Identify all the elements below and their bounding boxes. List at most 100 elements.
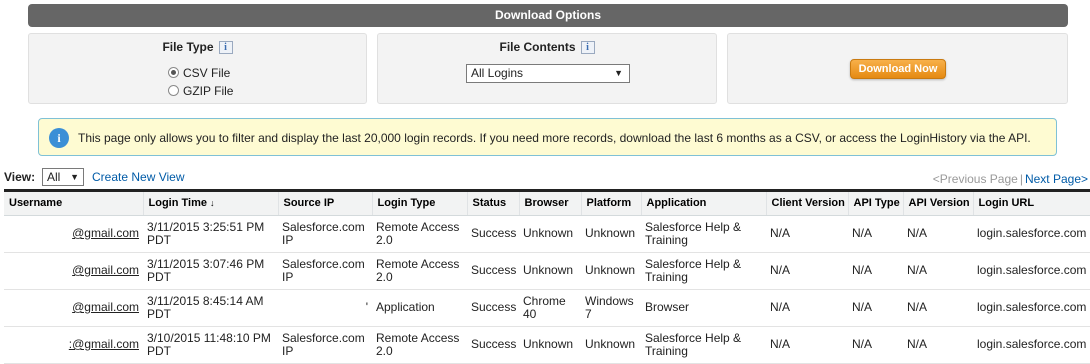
file-contents-select[interactable]: All Logins ▼ xyxy=(466,64,630,83)
api-version-cell: N/A xyxy=(903,215,973,253)
file-type-panel: File Type i CSV File GZIP File xyxy=(28,33,367,104)
file-type-title: File Type i xyxy=(29,40,366,54)
api-version-cell: N/A xyxy=(903,326,973,364)
api-type-cell: N/A xyxy=(848,215,903,253)
login-time-label: Login Time xyxy=(148,197,207,210)
login-type-cell: Remote Access 2.0 xyxy=(372,252,467,290)
login-time-cell: 3/11/2015 3:07:46 PM PDT xyxy=(143,252,278,290)
application-cell: Salesforce Help & Training xyxy=(641,326,766,364)
table-row: :@gmail.com 3/10/2015 11:48:10 PM PDT Sa… xyxy=(4,326,1090,364)
browser-cell: Unknown xyxy=(519,252,581,290)
col-header-api-type[interactable]: API Type xyxy=(847,192,903,216)
client-version-cell: N/A xyxy=(766,215,848,253)
col-header-login-time[interactable]: Login Time ↓ xyxy=(142,192,278,216)
sort-desc-icon: ↓ xyxy=(209,198,215,209)
browser-cell: Unknown xyxy=(519,326,581,364)
api-type-cell: N/A xyxy=(848,252,903,290)
dropdown-arrow-icon: ▼ xyxy=(70,172,79,182)
browser-cell: Unknown xyxy=(519,215,581,253)
file-type-info-icon[interactable]: i xyxy=(218,41,233,54)
col-header-api-version[interactable]: API Version xyxy=(902,192,973,216)
login-url-cell: login.salesforce.com xyxy=(973,326,1090,364)
status-cell: Success xyxy=(467,289,519,327)
client-version-cell: N/A xyxy=(766,289,848,327)
status-cell: Success xyxy=(467,252,519,290)
file-contents-selected: All Logins xyxy=(471,66,524,80)
api-type-cell: N/A xyxy=(848,326,903,364)
view-selected: All xyxy=(47,170,61,184)
info-alert: i This page only allows you to filter an… xyxy=(38,118,1057,156)
platform-cell: Windows 7 xyxy=(581,289,641,327)
gzip-file-label: GZIP File xyxy=(183,84,234,98)
col-header-source-ip[interactable]: Source IP xyxy=(277,192,372,216)
table-header-row: Username Login Time ↓ Source IP Login Typ… xyxy=(4,192,1090,216)
username-cell[interactable]: @gmail.com xyxy=(4,252,143,290)
login-url-cell: login.salesforce.com xyxy=(973,252,1090,290)
table-row: @gmail.com 3/11/2015 3:07:46 PM PDT Sale… xyxy=(4,252,1090,290)
col-header-application[interactable]: Application xyxy=(640,192,766,216)
client-version-cell: N/A xyxy=(766,252,848,290)
file-contents-title: File Contents i xyxy=(378,40,716,54)
download-options-header: Download Options xyxy=(28,4,1068,27)
csv-file-label: CSV File xyxy=(183,66,231,80)
login-history-table: Username Login Time ↓ Source IP Login Typ… xyxy=(4,189,1090,364)
platform-cell: Unknown xyxy=(581,326,641,364)
csv-radio-icon[interactable] xyxy=(168,67,179,78)
application-cell: Salesforce Help & Training xyxy=(641,215,766,253)
dropdown-arrow-icon: ▼ xyxy=(614,68,623,78)
login-type-cell: Application xyxy=(372,289,467,327)
username-cell[interactable]: @gmail.com xyxy=(4,289,143,327)
col-header-login-url[interactable]: Login URL xyxy=(972,192,1090,216)
application-cell: Browser xyxy=(641,289,766,327)
file-contents-label: File Contents xyxy=(499,40,576,54)
alert-text: This page only allows you to filter and … xyxy=(78,131,1031,145)
username-cell[interactable]: @gmail.com xyxy=(4,215,143,253)
api-version-cell: N/A xyxy=(903,252,973,290)
login-time-cell: 3/11/2015 8:45:14 AM PDT xyxy=(143,289,278,327)
login-url-cell: login.salesforce.com xyxy=(973,289,1090,327)
col-header-username[interactable]: Username xyxy=(4,192,143,216)
login-type-cell: Remote Access 2.0 xyxy=(372,215,467,253)
api-version-cell: N/A xyxy=(903,289,973,327)
table-row: @gmail.com 3/11/2015 3:25:51 PM PDT Sale… xyxy=(4,215,1090,253)
info-icon: i xyxy=(49,128,69,148)
login-type-cell: Remote Access 2.0 xyxy=(372,326,467,364)
pager-separator: | xyxy=(1019,172,1023,186)
api-type-cell: N/A xyxy=(848,289,903,327)
platform-cell: Unknown xyxy=(581,252,641,290)
source-ip-cell: Salesforce.com IP xyxy=(278,215,372,253)
next-page-link[interactable]: Next Page> xyxy=(1025,172,1088,186)
csv-file-option[interactable]: CSV File xyxy=(168,66,230,80)
browser-cell: Chrome 40 xyxy=(519,289,581,327)
table-row: @gmail.com 3/11/2015 8:45:14 AM PDT ' Ap… xyxy=(4,289,1090,327)
login-time-cell: 3/10/2015 11:48:10 PM PDT xyxy=(143,326,278,364)
previous-page-link[interactable]: <Previous Page xyxy=(933,172,1018,186)
file-type-label: File Type xyxy=(162,40,214,54)
source-ip-cell: Salesforce.com IP xyxy=(278,252,372,290)
platform-cell: Unknown xyxy=(581,215,641,253)
login-time-cell: 3/11/2015 3:25:51 PM PDT xyxy=(143,215,278,253)
application-cell: Salesforce Help & Training xyxy=(641,252,766,290)
pager: <Previous Page | Next Page> xyxy=(933,172,1088,186)
status-cell: Success xyxy=(467,326,519,364)
gzip-radio-icon[interactable] xyxy=(168,85,179,96)
col-header-client-version[interactable]: Client Version xyxy=(765,192,848,216)
source-ip-cell: Salesforce.com IP xyxy=(278,326,372,364)
col-header-status[interactable]: Status xyxy=(466,192,519,216)
view-select[interactable]: All ▼ xyxy=(42,168,84,186)
file-contents-panel: File Contents i All Logins ▼ xyxy=(377,33,717,104)
status-cell: Success xyxy=(467,215,519,253)
login-url-cell: login.salesforce.com xyxy=(973,215,1090,253)
gzip-file-option[interactable]: GZIP File xyxy=(168,84,233,98)
col-header-platform[interactable]: Platform xyxy=(580,192,641,216)
download-panel: Download Now xyxy=(727,33,1068,104)
col-header-browser[interactable]: Browser xyxy=(518,192,581,216)
file-contents-info-icon[interactable]: i xyxy=(580,41,595,54)
username-cell[interactable]: :@gmail.com xyxy=(4,326,143,364)
view-label: View: xyxy=(4,170,36,184)
source-ip-cell: ' xyxy=(278,289,372,327)
download-now-button[interactable]: Download Now xyxy=(850,59,946,79)
client-version-cell: N/A xyxy=(766,326,848,364)
col-header-login-type[interactable]: Login Type xyxy=(371,192,467,216)
create-new-view-link[interactable]: Create New View xyxy=(92,170,184,184)
